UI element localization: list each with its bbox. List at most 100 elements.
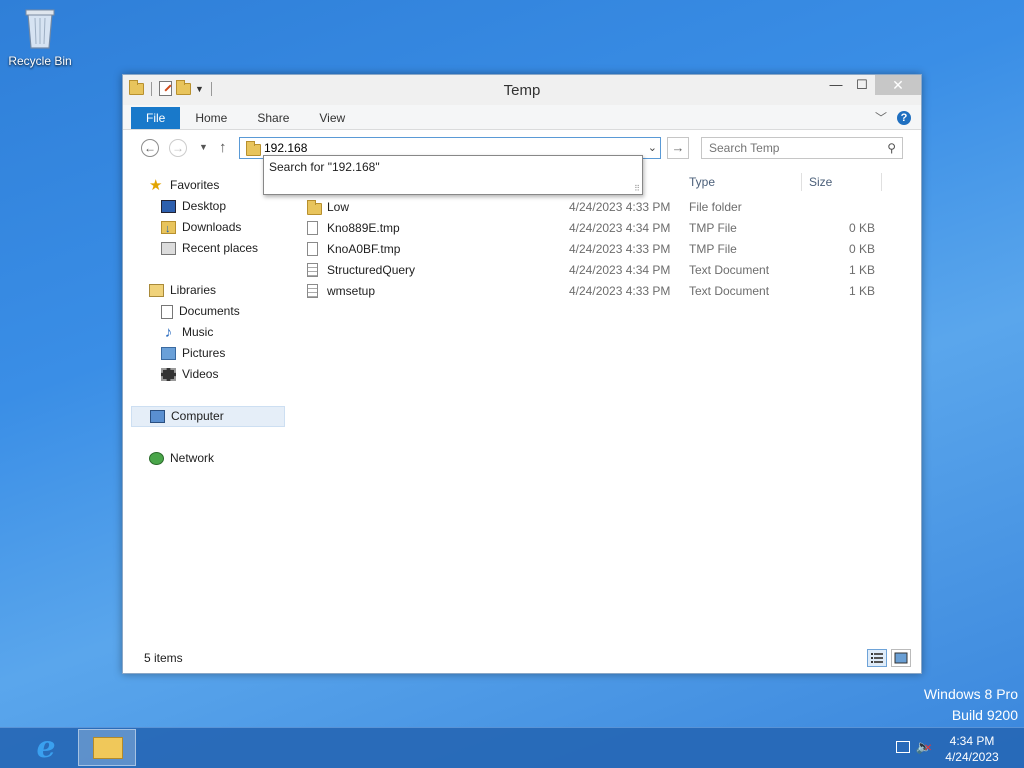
forward-button[interactable]: → — [169, 139, 187, 157]
file-explorer-icon — [93, 737, 123, 759]
file-row-knoa0bf[interactable]: KnoA0BF.tmp 4/24/2023 4:33 PM TMP File 0… — [299, 239, 911, 260]
recycle-bin[interactable]: Recycle Bin — [6, 6, 74, 68]
desktop-icon — [161, 200, 176, 213]
nav-favorites-label: Favorites — [170, 178, 220, 192]
nav-favorites[interactable]: ★ Favorites — [149, 175, 219, 196]
file-date: 4/24/2023 4:33 PM — [569, 200, 671, 214]
nav-music-label: Music — [182, 325, 214, 339]
recent-places-icon — [161, 242, 176, 255]
nav-documents[interactable]: Documents — [161, 301, 240, 322]
tab-share[interactable]: Share — [242, 107, 304, 129]
file-type: Text Document — [689, 284, 770, 298]
nav-documents-label: Documents — [179, 304, 240, 318]
recycle-bin-label: Recycle Bin — [8, 54, 72, 68]
music-icon: ♪ — [164, 324, 173, 341]
watermark-build: Build 9200 — [951, 707, 1018, 723]
internet-explorer-icon[interactable]: e — [30, 732, 62, 764]
tab-file[interactable]: File — [131, 107, 181, 129]
nav-pictures[interactable]: Pictures — [161, 343, 225, 364]
file-name: Kno889E.tmp — [327, 221, 400, 235]
file-explorer-taskbar-button[interactable] — [78, 729, 136, 766]
nav-recent-places[interactable]: Recent places — [161, 238, 258, 259]
search-box[interactable]: ⚲ — [701, 137, 903, 159]
nav-computer[interactable]: Computer — [131, 406, 285, 427]
status-bar: 5 items — [123, 643, 921, 673]
nav-libraries-label: Libraries — [170, 283, 217, 297]
recent-locations-dropdown[interactable]: ▼ — [199, 142, 208, 152]
go-button[interactable]: → — [667, 137, 689, 159]
back-button[interactable]: ← — [141, 139, 159, 157]
network-tray-icon[interactable] — [896, 741, 910, 753]
column-separator[interactable] — [881, 173, 882, 191]
address-dropdown-icon[interactable]: ⌄ — [648, 141, 657, 154]
tab-home[interactable]: Home — [180, 107, 242, 129]
column-header-size[interactable]: Size — [809, 171, 832, 193]
text-file-icon — [307, 263, 318, 277]
large-icons-view-icon — [894, 652, 908, 664]
large-icons-view-button[interactable] — [891, 649, 911, 667]
os-watermark: Windows 8 Pro Build 9200 — [924, 684, 1018, 726]
nav-desktop-label: Desktop — [182, 199, 227, 213]
nav-downloads-label: Downloads — [182, 220, 242, 234]
file-date: 4/24/2023 4:34 PM — [569, 263, 671, 277]
file-name: KnoA0BF.tmp — [327, 242, 401, 256]
resize-grip-icon[interactable]: ⠿ — [634, 184, 640, 193]
file-icon — [307, 221, 318, 235]
column-separator[interactable] — [801, 173, 802, 191]
file-type: File folder — [689, 200, 742, 214]
computer-icon — [150, 410, 165, 423]
file-row-structuredquery[interactable]: StructuredQuery 4/24/2023 4:34 PM Text D… — [299, 260, 911, 281]
nav-videos-label: Videos — [182, 367, 219, 381]
file-size: 1 KB — [848, 284, 875, 298]
details-view-button[interactable] — [867, 649, 887, 667]
file-name: StructuredQuery — [327, 263, 416, 277]
address-folder-icon — [246, 141, 261, 156]
star-icon: ★ — [149, 177, 163, 194]
downloads-icon — [161, 219, 176, 240]
item-count: 5 items — [144, 651, 183, 665]
expand-ribbon-icon[interactable]: ﹀ — [875, 109, 887, 126]
address-input[interactable] — [264, 140, 634, 156]
clock-time: 4:34 PM — [949, 734, 995, 748]
nav-libraries[interactable]: Libraries — [149, 280, 216, 301]
file-row-kno889e[interactable]: Kno889E.tmp 4/24/2023 4:34 PM TMP File 0… — [299, 218, 911, 239]
title-bar[interactable]: ▼ Temp — ☐ ✕ — [123, 75, 921, 105]
clock[interactable]: 4:34 PM 4/24/2023 — [942, 733, 1002, 765]
file-date: 4/24/2023 4:34 PM — [569, 221, 671, 235]
taskbar: e 🔈 ✕ 4:34 PM 4/24/2023 — [0, 727, 1024, 768]
recycle-bin-icon — [22, 6, 58, 50]
file-type: Text Document — [689, 263, 770, 277]
file-row-wmsetup[interactable]: wmsetup 4/24/2023 4:33 PM Text Document … — [299, 281, 911, 302]
volume-muted-icon[interactable]: 🔈 ✕ — [916, 739, 932, 755]
nav-videos[interactable]: Videos — [161, 364, 218, 385]
search-suggestion-item[interactable]: Search for "192.168" — [269, 160, 380, 174]
network-icon — [149, 452, 164, 465]
up-button[interactable]: ↑ — [219, 139, 227, 156]
tab-view[interactable]: View — [304, 107, 360, 129]
help-icon[interactable]: ? — [897, 110, 911, 125]
file-name: Low — [327, 200, 350, 214]
close-button[interactable]: ✕ — [875, 75, 921, 95]
window-controls: — ☐ ✕ — [823, 75, 921, 95]
file-size: 0 KB — [848, 221, 875, 235]
file-row-low[interactable]: Low 4/24/2023 4:33 PM File folder — [299, 197, 911, 218]
folder-icon — [307, 200, 322, 215]
minimize-button[interactable]: — — [823, 75, 849, 95]
column-header-type[interactable]: Type — [689, 171, 715, 193]
search-input[interactable] — [709, 141, 874, 155]
nav-music[interactable]: ♪ Music — [161, 322, 214, 343]
nav-downloads[interactable]: Downloads — [161, 217, 242, 240]
details-view-icon — [871, 653, 883, 663]
search-icon[interactable]: ⚲ — [887, 141, 896, 155]
nav-computer-label: Computer — [171, 409, 224, 423]
nav-network[interactable]: Network — [149, 448, 214, 469]
libraries-icon — [149, 284, 164, 297]
nav-desktop[interactable]: Desktop — [161, 196, 226, 217]
watermark-edition: Windows 8 Pro — [923, 686, 1018, 702]
nav-network-label: Network — [170, 451, 215, 465]
videos-icon — [161, 368, 176, 381]
file-size: 1 KB — [848, 263, 875, 277]
file-date: 4/24/2023 4:33 PM — [569, 284, 671, 298]
documents-icon — [161, 304, 173, 319]
maximize-button[interactable]: ☐ — [849, 75, 875, 95]
